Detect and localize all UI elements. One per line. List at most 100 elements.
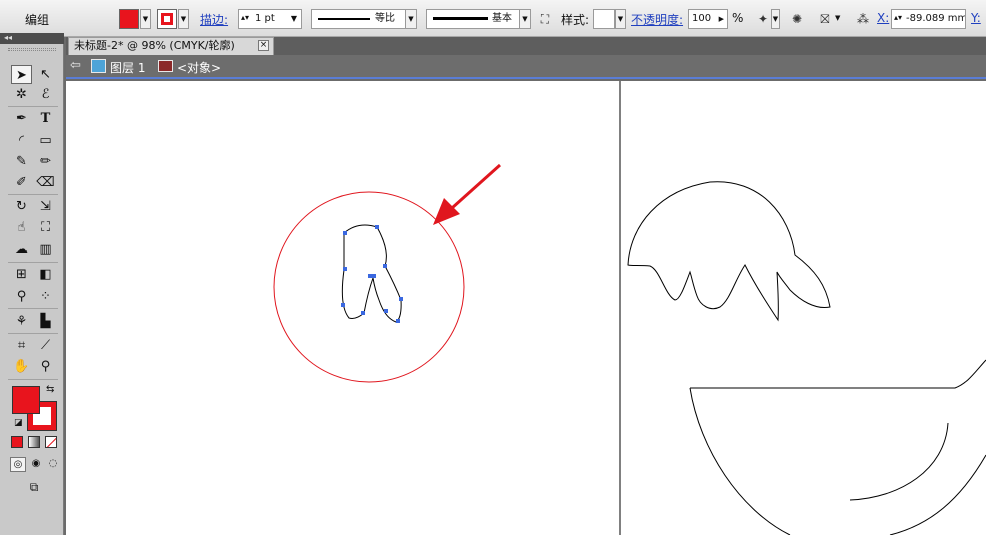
swap-colors-icon[interactable]: ⇆: [46, 384, 54, 395]
draw-normal-icon[interactable]: ◎: [10, 457, 26, 472]
graphic-style-swatch[interactable]: [593, 9, 615, 29]
brush-definition[interactable]: 基本 ▼: [426, 9, 531, 29]
variable-width-profile[interactable]: 等比 ▼: [311, 9, 417, 29]
magic-wand-tool-icon[interactable]: ✲: [11, 85, 32, 104]
stroke-label[interactable]: 描边:: [200, 11, 228, 28]
fill-dropdown[interactable]: ▼: [140, 9, 151, 29]
eyedropper-tool-icon[interactable]: ⚲: [11, 287, 32, 306]
screen-mode-icon[interactable]: ⧉: [23, 480, 45, 494]
chevron-down-icon[interactable]: ▼: [519, 10, 530, 28]
x-position-value: -89.089 mm: [906, 13, 966, 24]
lasso-tool-icon[interactable]: ℰ: [35, 85, 56, 104]
symbol-tool-icon[interactable]: ⚘: [11, 312, 32, 331]
opacity-value: 100: [692, 13, 712, 24]
breadcrumb-object[interactable]: <对象>: [177, 59, 221, 76]
back-arrow-icon[interactable]: ⇦: [70, 58, 86, 73]
selection-tool-icon[interactable]: ➤: [11, 65, 32, 84]
anchor-points: [341, 225, 403, 323]
recolor-artwork-icon[interactable]: ✦: [754, 9, 772, 29]
control-bar: 编组 ▼ ▼ 描边: ▴▾ 1 pt ▼ 等比 ▼ 基本 ▼ ⛶ 样式: ▼ 不…: [0, 0, 986, 37]
opacity-field[interactable]: 100 ▶: [688, 9, 728, 29]
rectangle-tool-icon[interactable]: ▭: [35, 131, 56, 150]
zoom-tool-icon[interactable]: ⚲: [35, 357, 56, 376]
layer-icon: [91, 59, 106, 73]
reference-point-icon[interactable]: ⁂: [854, 9, 872, 29]
hand-tool-icon[interactable]: ✋: [11, 357, 32, 376]
slice-tool-icon[interactable]: ⟋: [35, 336, 56, 355]
none-mode-icon[interactable]: [45, 436, 57, 448]
y-label[interactable]: Y:: [971, 11, 981, 25]
mesh-tool-icon[interactable]: ⊞: [11, 265, 32, 284]
draw-inside-icon[interactable]: ◌: [46, 457, 60, 472]
stroke-swatch[interactable]: [157, 9, 177, 29]
selected-path[interactable]: [341, 224, 402, 323]
chevron-down-icon[interactable]: ▼: [835, 14, 840, 22]
document-tab-title: 未标题-2* @ 98% (CMYK/轮廓): [74, 39, 235, 52]
profile-line-icon: [318, 18, 370, 20]
artboard-canvas[interactable]: [66, 81, 986, 535]
graphic-style-dropdown[interactable]: ▼: [615, 9, 626, 29]
breadcrumb-layer[interactable]: 图层 1: [110, 59, 145, 76]
bowl-left-side[interactable]: [689, 387, 791, 535]
opacity-label[interactable]: 不透明度:: [631, 11, 683, 28]
panel-grip[interactable]: [8, 48, 56, 51]
stroke-dropdown[interactable]: ▼: [178, 9, 189, 29]
stepper-icon[interactable]: ▴▾: [894, 10, 902, 27]
chevron-down-icon[interactable]: ▼: [291, 10, 297, 28]
brush-label: 基本: [492, 13, 512, 24]
close-icon[interactable]: ×: [258, 40, 269, 51]
annotation-arrow-head: [433, 198, 460, 225]
eraser-tool-icon[interactable]: ⌫: [35, 173, 56, 192]
scale-tool-icon[interactable]: ⇲: [35, 197, 56, 216]
align-options-icon[interactable]: ⛶: [536, 9, 554, 29]
stroke-weight-field[interactable]: ▴▾ 1 pt ▼: [238, 9, 302, 29]
divider: [8, 262, 58, 263]
style-label: 样式:: [561, 13, 590, 27]
pen-tool-icon[interactable]: ✒: [11, 109, 32, 128]
color-mode-icon[interactable]: [11, 436, 23, 448]
free-transform-tool-icon[interactable]: ⛶: [35, 218, 56, 237]
rotate-tool-icon[interactable]: ↻: [11, 197, 32, 216]
stroke-weight-value: 1 pt: [255, 13, 275, 24]
selection-type-label: 编组: [25, 13, 50, 27]
color-wheel-icon[interactable]: ✺: [788, 9, 806, 29]
type-tool-icon[interactable]: T: [35, 109, 56, 128]
fill-swatch[interactable]: [119, 9, 139, 29]
arc-tool-icon[interactable]: ◜: [11, 131, 32, 150]
gradient-tool-icon[interactable]: ◧: [35, 265, 56, 284]
warp-tool-icon[interactable]: ☝: [11, 218, 32, 237]
gradient-mode-icon[interactable]: [28, 436, 40, 448]
default-colors-icon[interactable]: ◪: [14, 418, 23, 428]
chevron-right-icon[interactable]: ▶: [719, 10, 724, 28]
chevron-down-icon[interactable]: ▼: [405, 10, 416, 28]
paintbrush-tool-icon[interactable]: ✎: [11, 152, 32, 171]
direct-selection-tool-icon[interactable]: ↖: [35, 65, 56, 84]
panel-collapse-icon[interactable]: ◂◂: [0, 33, 64, 44]
document-tab[interactable]: 未标题-2* @ 98% (CMYK/轮廓) ×: [68, 37, 274, 55]
shape-builder-tool-icon[interactable]: ▥: [35, 240, 56, 259]
draw-behind-icon[interactable]: ◉: [28, 457, 44, 472]
artboard-tool-icon[interactable]: ⌗: [11, 336, 32, 355]
tools-panel: ◂◂ ➤ ↖ ✲ ℰ ✒ T ◜ ▭ ✎ ✏ ✐ ⌫ ↻ ⇲ ☝ ⛶ ☁ ▥ ⊞…: [0, 33, 64, 535]
stepper-icon[interactable]: ▴▾: [241, 10, 249, 27]
divider: [8, 106, 58, 107]
annotation-arrow-shaft: [450, 163, 502, 210]
divider: [8, 194, 58, 195]
pencil-tool-icon[interactable]: ✏: [35, 152, 56, 171]
bowl-rim[interactable]: [690, 359, 986, 389]
blend-tool-icon[interactable]: ⁘: [35, 287, 56, 306]
recolor-dropdown[interactable]: ▼: [771, 9, 780, 29]
column-graph-tool-icon[interactable]: ▙: [35, 312, 56, 331]
divider: [8, 333, 58, 334]
isolation-mode-bar: ⇦ 图层 1 <对象>: [66, 55, 986, 79]
symbol-sprayer-tool-icon[interactable]: ☁: [11, 240, 32, 259]
x-label[interactable]: X:: [877, 11, 889, 25]
blob-brush-tool-icon[interactable]: ✐: [11, 173, 32, 192]
fill-color-front[interactable]: [12, 386, 40, 414]
jellyfish-outline[interactable]: [627, 181, 831, 322]
bowl-right-side[interactable]: [889, 454, 986, 535]
x-position-field[interactable]: ▴▾ -89.089 mm: [891, 9, 966, 29]
align-panel-icon[interactable]: ⛝: [816, 9, 834, 29]
divider: [8, 308, 58, 309]
bowl-inner-curve[interactable]: [849, 422, 949, 501]
